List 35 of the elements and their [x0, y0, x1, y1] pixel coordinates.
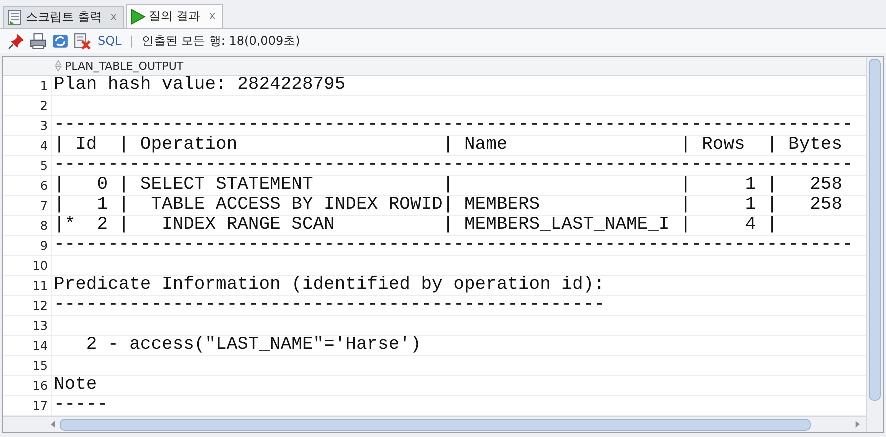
printer-icon[interactable]	[30, 32, 47, 50]
row-number: 10	[32, 258, 49, 275]
row-number: 5	[39, 158, 49, 175]
scroll-left-icon[interactable]	[51, 421, 56, 428]
sql-link[interactable]: SQL	[98, 34, 122, 48]
row-number: 11	[32, 278, 49, 295]
row-number: 1	[39, 78, 49, 95]
row-number: 17	[32, 398, 49, 415]
row-number: 12	[32, 298, 49, 315]
vertical-scrollbar[interactable]	[866, 57, 883, 432]
scroll-right-icon[interactable]	[855, 421, 860, 428]
row-number: 13	[32, 318, 49, 335]
close-button[interactable]: x	[210, 11, 216, 22]
row-number: 15	[32, 358, 49, 375]
document-icon	[7, 10, 23, 26]
row-number: 9	[39, 238, 49, 255]
tab[interactable]: 질의 결과 x	[126, 4, 222, 28]
row-number: 14	[32, 338, 49, 355]
refresh-icon[interactable]	[52, 32, 69, 50]
tab[interactable]: 스크립트 출력 x	[3, 6, 124, 28]
fetch-status: 인출된 모든 행: 18(0,009초)	[142, 32, 300, 50]
separator: |	[130, 34, 134, 48]
row-number: 16	[32, 378, 49, 395]
row-number: 7	[39, 198, 49, 215]
delete-icon[interactable]	[74, 32, 91, 50]
horizontal-scrollbar[interactable]	[3, 416, 866, 432]
row-number: 3	[39, 118, 49, 135]
column-name: PLAN_TABLE_OUTPUT	[65, 60, 184, 72]
pin-icon[interactable]	[8, 32, 25, 50]
play-icon	[130, 8, 146, 24]
sort-icon	[55, 60, 62, 72]
row-number: 2	[39, 98, 49, 115]
row-number: 4	[39, 138, 49, 155]
row-number: 6	[39, 178, 49, 195]
row-number: 8	[39, 218, 49, 235]
